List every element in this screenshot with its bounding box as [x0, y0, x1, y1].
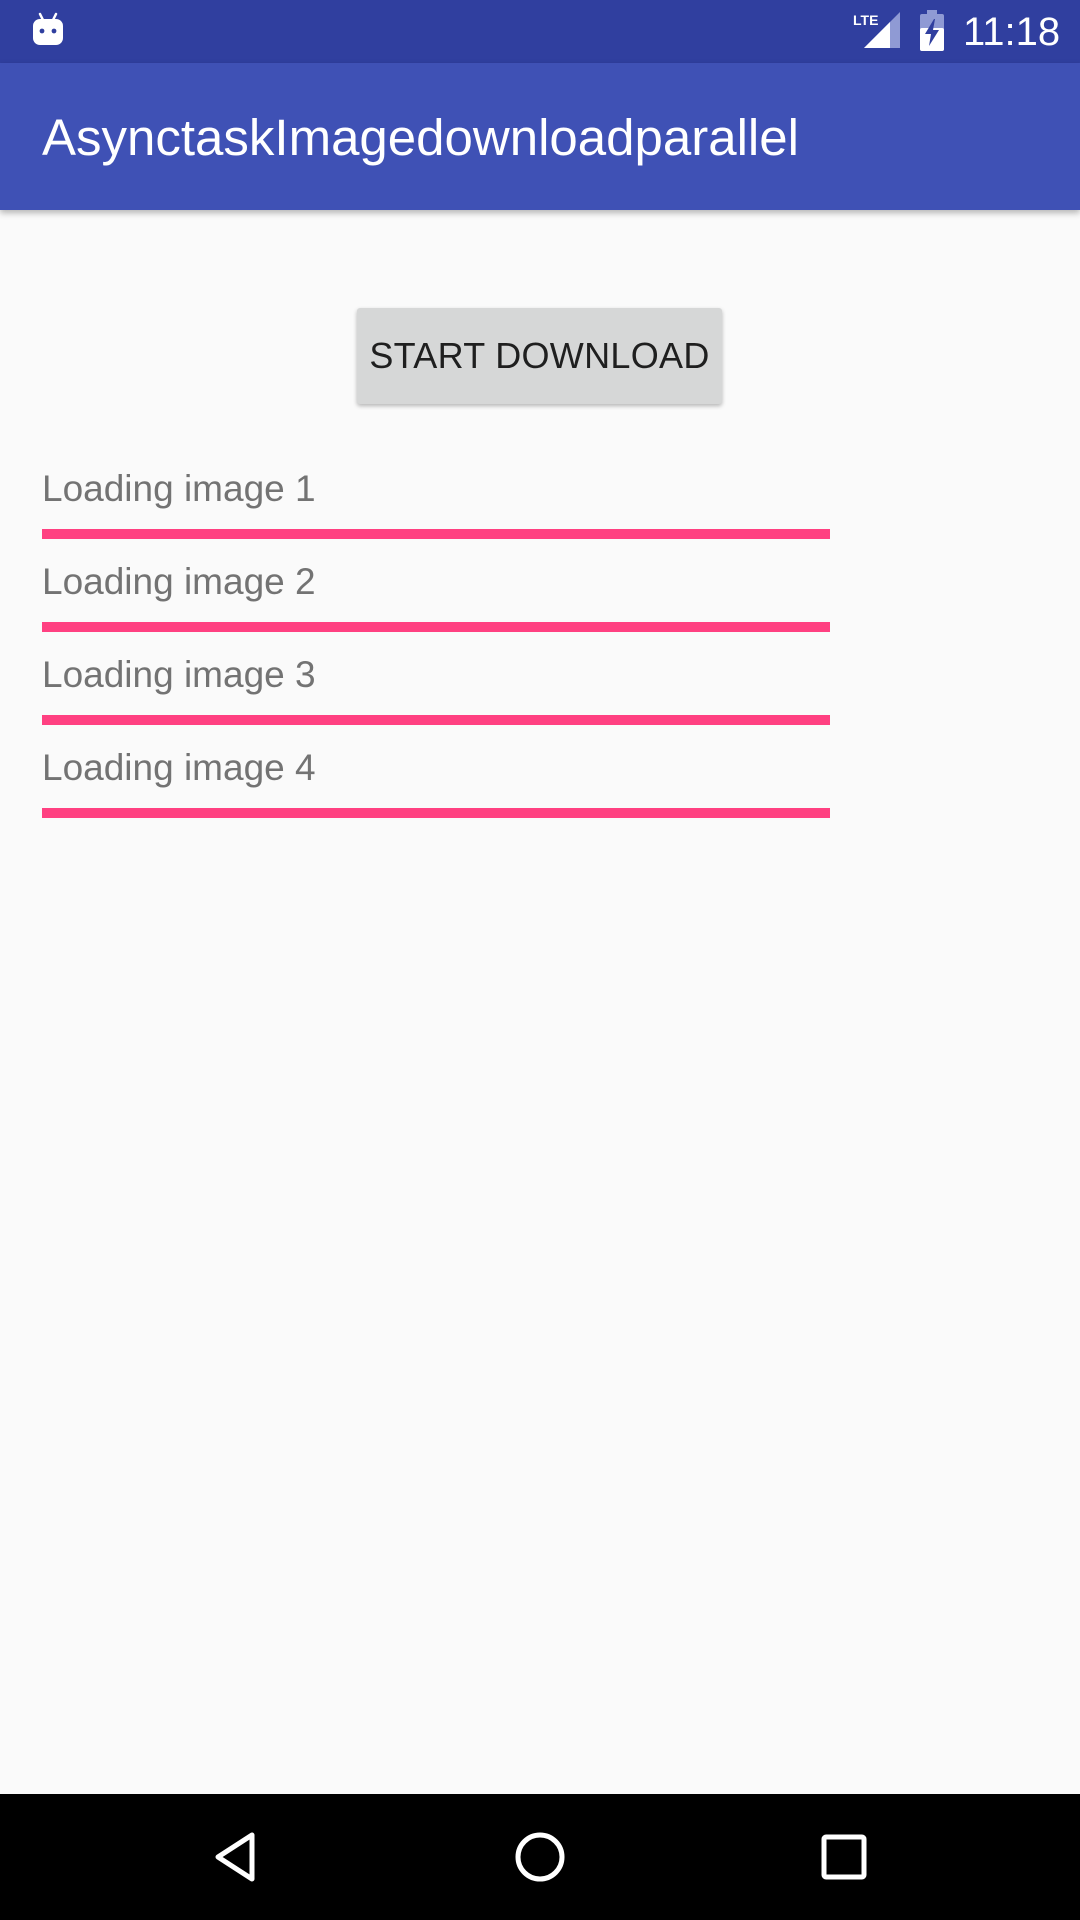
progress-fill-3	[42, 715, 830, 725]
progress-fill-2	[42, 622, 830, 632]
network-type: LTE	[853, 12, 878, 28]
status-clock: 11:18	[963, 10, 1061, 54]
loading-label-4: Loading image 4	[42, 747, 316, 788]
loading-label-1: Loading image 1	[42, 468, 316, 509]
home-icon[interactable]	[500, 1817, 580, 1897]
android-icon	[33, 12, 63, 45]
start-download-button[interactable]: START DOWNLOAD	[357, 308, 722, 404]
app-bar: AsynctaskImagedownloadparallel	[0, 63, 1080, 210]
progress-bar-1	[42, 529, 830, 539]
navigation-bar	[0, 1794, 1080, 1920]
progress-bar-4	[42, 808, 830, 818]
progress-fill-1	[42, 529, 830, 539]
battery-charging-icon	[920, 10, 944, 51]
app-title: AsynctaskImagedownloadparallel	[42, 109, 799, 166]
recents-icon[interactable]	[804, 1817, 884, 1897]
loading-label-3: Loading image 3	[42, 654, 316, 695]
lte-signal-icon: LTE	[853, 12, 900, 48]
progress-bar-3	[42, 715, 830, 725]
progress-fill-4	[42, 808, 830, 818]
status-bar: LTE 11:18	[0, 0, 1080, 63]
progress-bar-2	[42, 622, 830, 632]
back-icon[interactable]	[196, 1817, 276, 1897]
loading-label-2: Loading image 2	[42, 561, 316, 602]
